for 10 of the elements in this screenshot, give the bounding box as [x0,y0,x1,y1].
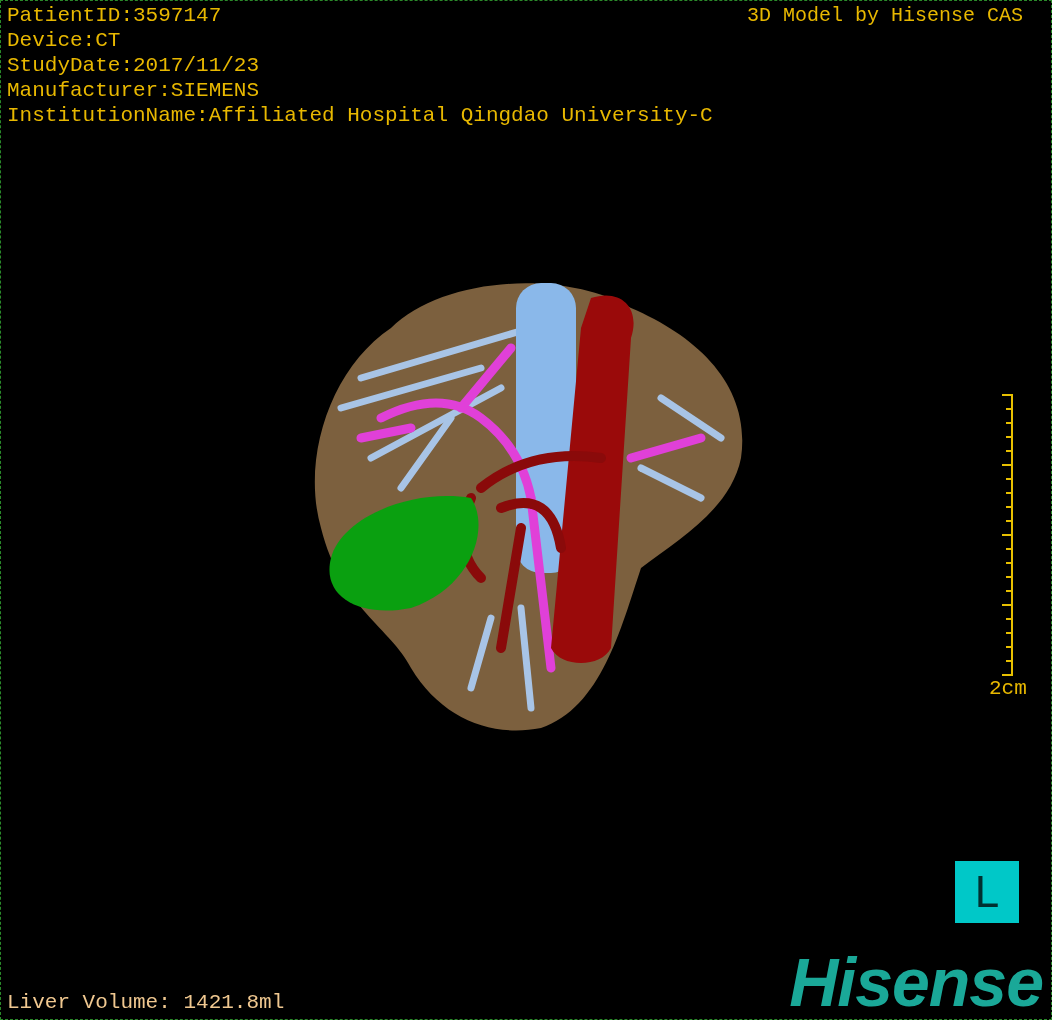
patient-info-text: Manufacturer:SIEMENS [7,78,261,103]
patient-info-text: Device:CT [7,28,122,53]
credit-text: 3D Model by Hisense CAS [746,3,1023,29]
liver-volume-text: Liver Volume: 1421.8ml [7,990,285,1015]
scale-label: 2cm [989,676,1027,701]
logo-text: Hisense [789,949,1044,1015]
orientation-marker: L [955,861,1019,923]
patient-info-text: InstitutionName:Affiliated Hospital Qingdao University-C [7,103,713,128]
patient-info-text: PatientID:3597147 [7,3,223,28]
patient-info-text: StudyDate:2017/11/23 [7,53,261,78]
